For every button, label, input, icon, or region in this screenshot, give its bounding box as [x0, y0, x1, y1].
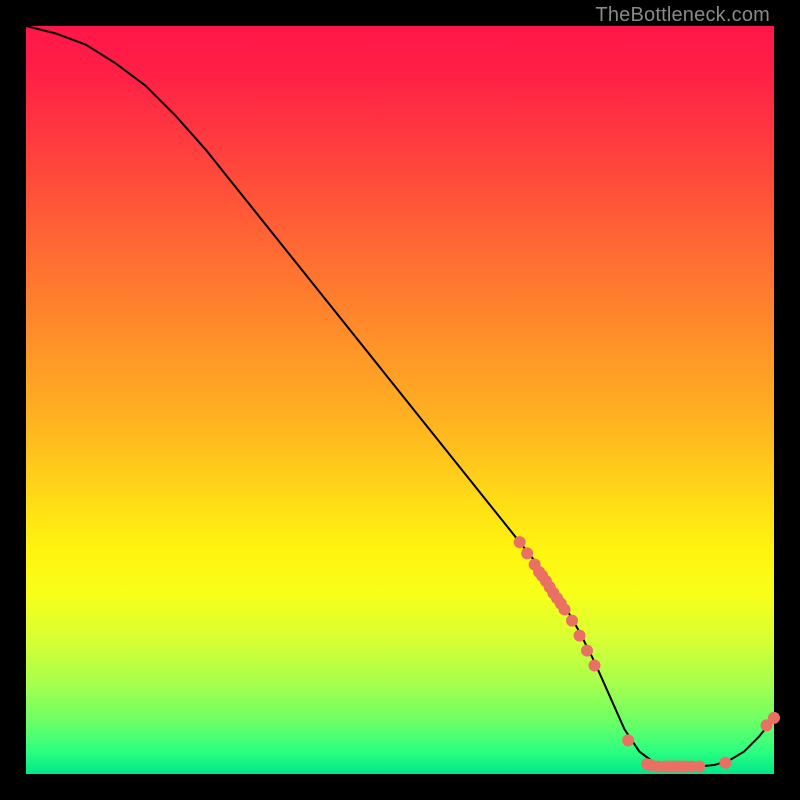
- bottleneck-curve: [26, 26, 774, 767]
- scatter-dots-group: [514, 536, 780, 772]
- scatter-dot: [559, 603, 571, 615]
- scatter-dot: [581, 645, 593, 657]
- scatter-dot: [719, 757, 731, 769]
- attribution-watermark: TheBottleneck.com: [595, 4, 770, 27]
- scatter-dot: [566, 615, 578, 627]
- chart-canvas: TheBottleneck.com: [0, 0, 800, 800]
- scatter-dot: [693, 761, 705, 773]
- scatter-dot: [521, 547, 533, 559]
- scatter-dot: [574, 630, 586, 642]
- scatter-dot: [588, 660, 600, 672]
- scatter-dot: [768, 712, 780, 724]
- scatter-dot: [622, 734, 634, 746]
- scatter-dot: [514, 536, 526, 548]
- chart-overlay-svg: [26, 26, 774, 774]
